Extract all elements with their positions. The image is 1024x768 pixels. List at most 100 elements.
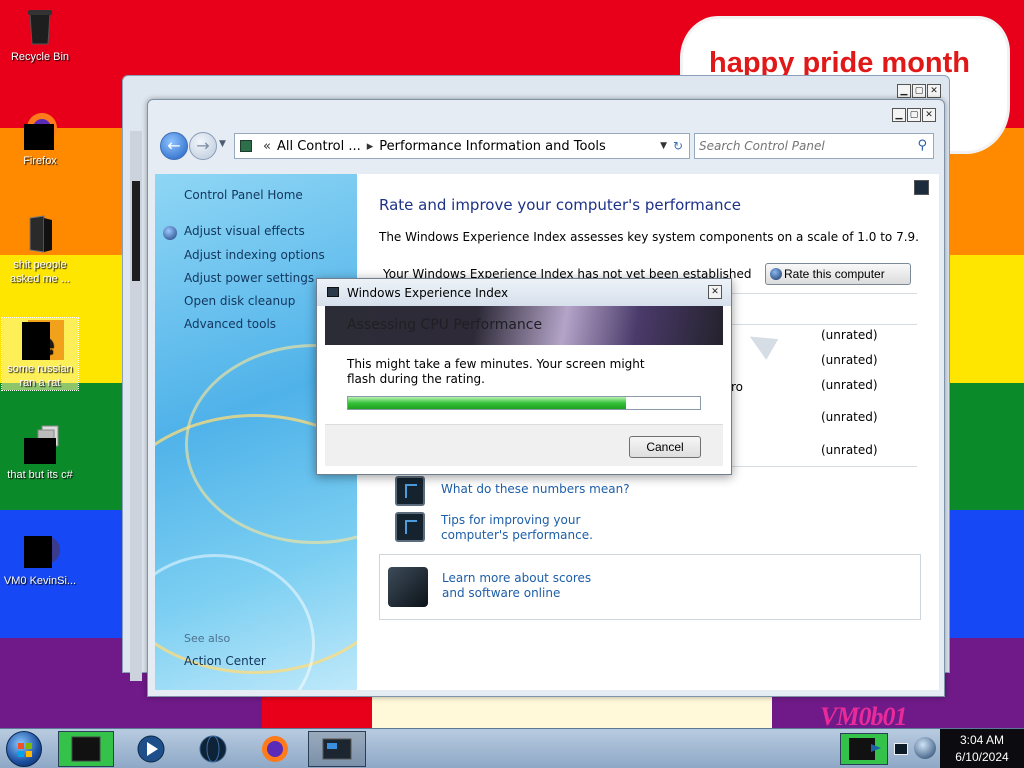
folder-icon: [22, 214, 58, 254]
volume-icon[interactable]: [914, 737, 936, 759]
sidebar-item-indexing[interactable]: Adjust indexing options: [184, 248, 325, 262]
wallpaper-drawing-red: [262, 695, 372, 728]
tips-improving-performance-link[interactable]: Tips for improving your computer's perfo…: [441, 513, 641, 543]
taskbar-item-firefox[interactable]: [252, 731, 298, 767]
network-icon[interactable]: [894, 743, 908, 755]
arrow-left-icon: ←: [167, 136, 181, 155]
desktop-icon-label: some russian ran a rat: [7, 363, 73, 389]
sidebar-item-advanced-tools[interactable]: Advanced tools: [184, 317, 276, 331]
learn-more-link[interactable]: Learn more about scores and software onl…: [442, 571, 612, 601]
address-dropdown[interactable]: ▼: [660, 141, 667, 151]
desktop-icon-folder[interactable]: shit people asked me ...: [2, 214, 78, 286]
sidebar-item-disk-cleanup[interactable]: Open disk cleanup: [184, 294, 295, 308]
recycle-bin-icon: [22, 6, 58, 46]
window-caption-buttons: ▁ ▢ ✕: [897, 84, 941, 98]
score-value: (unrated): [821, 353, 878, 367]
search-input[interactable]: [699, 137, 909, 155]
windows-experience-index-dialog[interactable]: Windows Experience Index ✕ Assessing CPU…: [316, 278, 732, 475]
globe-icon: [199, 735, 227, 763]
minimize-button[interactable]: ▁: [892, 108, 906, 122]
score-value: (unrated): [821, 328, 878, 342]
cancel-button[interactable]: Cancel: [629, 436, 701, 458]
breadcrumb-separator[interactable]: ▸: [361, 139, 380, 154]
scroll-thumb[interactable]: [132, 181, 140, 281]
app-icon: [22, 530, 60, 570]
history-dropdown[interactable]: ▼: [219, 139, 226, 149]
performance-window-icon: [322, 738, 352, 760]
maximize-button[interactable]: ▢: [907, 108, 921, 122]
close-button[interactable]: ✕: [922, 108, 936, 122]
wallpaper-signature: VM0b01: [820, 702, 907, 728]
progress-fill: [348, 397, 627, 409]
taskbar: 3:04 AM 6/10/2024: [0, 728, 1024, 768]
desktop-icon-label: Firefox: [23, 155, 57, 167]
see-also-heading: See also: [184, 632, 231, 645]
taskbar-item-globe[interactable]: [190, 731, 236, 767]
navigation-bar: ← → ▼ «All Control ... ▸ Performance Infor…: [156, 130, 936, 162]
arrow-right-icon: →: [196, 136, 210, 155]
assessment-status: Assessing CPU Performance: [347, 317, 543, 333]
dialog-titlebar[interactable]: Windows Experience Index ✕: [317, 279, 731, 306]
desktop-icon-firefox[interactable]: Firefox: [2, 110, 78, 168]
forward-button[interactable]: →: [189, 132, 217, 160]
back-button[interactable]: ←: [160, 132, 188, 160]
maximize-button[interactable]: ▢: [912, 84, 926, 98]
media-player-icon: [137, 735, 165, 763]
dialog-banner: Assessing CPU Performance: [325, 306, 723, 345]
background-window-scrollbar[interactable]: [130, 131, 142, 681]
what-do-numbers-mean-link[interactable]: What do these numbers mean?: [441, 482, 630, 497]
taskbar-item-performance-window[interactable]: [308, 731, 366, 767]
desktop-icon-label: that but its c#: [7, 469, 73, 481]
refresh-icon[interactable]: ↻: [673, 139, 683, 153]
score-value: (unrated): [821, 443, 878, 457]
sidebar-item-control-panel-home[interactable]: Control Panel Home: [184, 188, 303, 202]
desktop-icon-file[interactable]: e some russian ran a rat: [1, 317, 79, 391]
help-link-icon: [395, 476, 425, 506]
breadcrumb: «All Control ... ▸ Performance Information…: [257, 139, 606, 154]
firefox-icon: [22, 110, 58, 150]
score-value: (unrated): [821, 378, 878, 392]
dialog-message: This might take a few minutes. Your scre…: [347, 357, 645, 386]
close-button[interactable]: ✕: [927, 84, 941, 98]
breadcrumb-overflow[interactable]: «: [257, 139, 277, 154]
page-title: Rate and improve your computer's perform…: [379, 196, 741, 214]
clock[interactable]: 3:04 AM 6/10/2024: [940, 729, 1024, 768]
rate-button-label: Rate this computer: [784, 267, 885, 281]
app-window-icon: [71, 736, 101, 762]
help-icon[interactable]: [914, 180, 929, 195]
desktop-icon-label: Recycle Bin: [10, 51, 70, 63]
desktop-icon-label: VM0 KevinSi...: [3, 575, 77, 587]
minimize-button[interactable]: ▁: [897, 84, 911, 98]
clock-time: 3:04 AM: [959, 733, 1005, 747]
control-panel-icon: [240, 140, 252, 152]
learn-more-box: Learn more about scores and software onl…: [379, 554, 921, 620]
firefox-icon: [262, 736, 288, 762]
score-value: (unrated): [821, 410, 878, 424]
clock-date: 6/10/2024: [955, 750, 1009, 764]
start-button[interactable]: [6, 731, 42, 767]
page-description: The Windows Experience Index assesses ke…: [379, 230, 919, 244]
dialog-title: Windows Experience Index: [347, 286, 509, 300]
search-box[interactable]: ⚲: [694, 133, 934, 159]
rate-this-computer-button[interactable]: Rate this computer: [765, 263, 911, 285]
mouse-cursor-shadow: [743, 326, 779, 360]
assessment-progress-bar: [347, 396, 701, 410]
address-bar[interactable]: «All Control ... ▸ Performance Information…: [234, 133, 690, 159]
breadcrumb-item-control-panel[interactable]: All Control ...: [277, 139, 361, 154]
breadcrumb-item-performance[interactable]: Performance Information and Tools: [379, 139, 606, 154]
desktop-icon-copy[interactable]: that but its c#: [2, 424, 78, 482]
window-caption-buttons: ▁ ▢ ✕: [892, 108, 936, 122]
sidebar-item-power[interactable]: Adjust power settings: [184, 271, 314, 285]
search-icon[interactable]: ⚲: [917, 138, 927, 153]
taskbar-item-app-window[interactable]: [58, 731, 114, 767]
sidebar-item-action-center[interactable]: Action Center: [184, 654, 266, 668]
desktop-icon-vm[interactable]: VM0 KevinSi...: [2, 530, 78, 588]
dialog-close-button[interactable]: ✕: [708, 285, 722, 299]
tray-app-window[interactable]: [840, 733, 888, 765]
copy-icon: [22, 424, 59, 464]
score-subtext-fragment: ro: [731, 380, 744, 394]
sidebar-item-visual-effects[interactable]: Adjust visual effects: [184, 224, 305, 238]
taskbar-item-media-player[interactable]: [128, 731, 174, 767]
shield-icon: [770, 268, 782, 280]
desktop-icon-recycle-bin[interactable]: Recycle Bin: [2, 6, 78, 64]
